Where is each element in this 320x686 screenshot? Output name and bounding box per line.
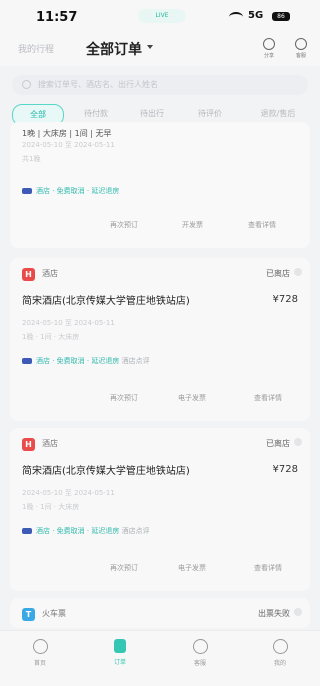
rebook-button[interactable]: 再次预订 bbox=[110, 220, 138, 230]
tag-icon bbox=[22, 188, 32, 194]
search-icon bbox=[22, 80, 31, 89]
help-label: 客服 bbox=[295, 53, 306, 59]
search-placeholder: 搜索订单号、酒店名、出行人姓名 bbox=[38, 80, 158, 89]
details-button[interactable]: 查看详情 bbox=[254, 563, 282, 573]
order-status: 已离店 bbox=[266, 269, 290, 278]
train-icon: T bbox=[22, 608, 35, 621]
invoice-button[interactable]: 电子发票 bbox=[178, 563, 206, 573]
order-date: 2024-05-10 至 2024-05-11 bbox=[22, 489, 115, 497]
order-room-info: 1晚 · 1间 · 大床房 bbox=[22, 503, 80, 511]
order-price: ¥728 bbox=[272, 294, 298, 305]
invoice-button[interactable]: 电子发票 bbox=[178, 393, 206, 403]
chevron-down-icon[interactable] bbox=[147, 45, 153, 49]
share-icon bbox=[263, 38, 275, 50]
order-price: ¥728 bbox=[272, 464, 298, 475]
status-bar: 11:57 LIVE 5G 86 bbox=[0, 0, 320, 34]
tab-upcoming[interactable]: 待出行 bbox=[130, 104, 174, 124]
tab-to-review[interactable]: 待评价 bbox=[188, 104, 232, 124]
share-button[interactable]: 分享 bbox=[256, 38, 282, 59]
details-button[interactable]: 查看详情 bbox=[248, 220, 276, 230]
tab-refund[interactable]: 退款/售后 bbox=[248, 104, 308, 124]
share-label: 分享 bbox=[263, 53, 274, 59]
nav-profile[interactable]: 我的 bbox=[255, 639, 305, 667]
rebook-button[interactable]: 再次预订 bbox=[110, 563, 138, 573]
order-actions: 再次预订 电子发票 查看详情 bbox=[10, 563, 310, 577]
order-tags: 酒店 · 免费取消 · 延迟退房 bbox=[22, 186, 119, 196]
order-card[interactable]: T 火车票 出票失败 bbox=[10, 598, 310, 628]
more-icon[interactable] bbox=[294, 438, 302, 446]
tag-icon bbox=[22, 528, 32, 534]
order-status: 出票失败 bbox=[258, 609, 290, 618]
review-hint[interactable]: 酒店点评 bbox=[122, 527, 150, 535]
more-icon[interactable] bbox=[294, 268, 302, 276]
order-actions: 再次预订 开发票 查看详情 bbox=[10, 220, 310, 234]
order-actions: 再次预订 电子发票 查看详情 bbox=[10, 393, 310, 407]
order-tags: 酒店 · 免费取消 · 延迟退房 酒店点评 bbox=[22, 356, 150, 366]
service-icon bbox=[192, 639, 208, 654]
order-date: 2024-05-10 至 2024-05-11 bbox=[22, 319, 115, 327]
order-date: 2024-05-10 至 2024-05-11 bbox=[22, 141, 115, 149]
nav-service[interactable]: 客服 bbox=[175, 639, 225, 667]
order-room-info: 1晚 | 大床房 | 1间 | 无早 bbox=[22, 129, 112, 138]
nav-label: 客服 bbox=[193, 660, 206, 667]
help-icon bbox=[295, 38, 307, 50]
nav-label: 我的 bbox=[273, 660, 286, 667]
hotel-icon: H bbox=[22, 438, 35, 451]
details-button[interactable]: 查看详情 bbox=[254, 393, 282, 403]
hotel-icon: H bbox=[22, 268, 35, 281]
invoice-button[interactable]: 开发票 bbox=[182, 220, 203, 230]
search-input[interactable]: 搜索订单号、酒店名、出行人姓名 bbox=[12, 75, 308, 95]
hotel-name: 简宋酒店(北京传媒大学管庄地铁站店) bbox=[22, 466, 190, 477]
review-hint[interactable]: 酒店点评 bbox=[122, 357, 150, 365]
order-type: 火车票 bbox=[42, 609, 66, 618]
bottom-navigation: 首页 订单 客服 我的 bbox=[0, 630, 320, 686]
tag-icon bbox=[22, 358, 32, 364]
page-title[interactable]: 全部订单 bbox=[86, 39, 142, 59]
nav-orders[interactable]: 订单 bbox=[95, 639, 145, 666]
order-tags: 酒店 · 免费取消 · 延迟退房 酒店点评 bbox=[22, 526, 150, 536]
more-icon[interactable] bbox=[294, 608, 302, 616]
network-label: 5G bbox=[248, 10, 264, 21]
hotel-name: 简宋酒店(北京传媒大学管庄地铁站店) bbox=[22, 296, 190, 307]
tab-pending-payment[interactable]: 待付款 bbox=[74, 104, 118, 124]
top-navigation: 我的行程 全部订单 分享 客服 bbox=[0, 34, 320, 66]
order-nights: 共1晚 bbox=[22, 155, 41, 163]
nav-label: 订单 bbox=[113, 659, 126, 666]
orders-icon bbox=[114, 639, 126, 653]
help-button[interactable]: 客服 bbox=[288, 38, 314, 59]
status-pill: LIVE bbox=[138, 9, 186, 23]
order-type: 酒店 bbox=[42, 269, 58, 278]
order-room-info: 1晚 · 1间 · 大床房 bbox=[22, 333, 80, 341]
battery-icon: 86 bbox=[272, 12, 290, 21]
status-time: 11:57 bbox=[36, 10, 78, 25]
back-link[interactable]: 我的行程 bbox=[18, 42, 54, 55]
rebook-button[interactable]: 再次预订 bbox=[110, 393, 138, 403]
profile-icon bbox=[272, 639, 288, 654]
nav-home[interactable]: 首页 bbox=[15, 639, 65, 667]
order-card[interactable]: 1晚 | 大床房 | 1间 | 无早 2024-05-10 至 2024-05-… bbox=[10, 122, 310, 248]
order-type: 酒店 bbox=[42, 439, 58, 448]
order-card[interactable]: H 酒店 已离店 简宋酒店(北京传媒大学管庄地铁站店) ¥728 2024-05… bbox=[10, 258, 310, 421]
order-card[interactable]: H 酒店 已离店 简宋酒店(北京传媒大学管庄地铁站店) ¥728 2024-05… bbox=[10, 428, 310, 591]
wifi-icon bbox=[229, 12, 243, 22]
home-icon bbox=[32, 639, 48, 654]
order-status: 已离店 bbox=[266, 439, 290, 448]
nav-label: 首页 bbox=[33, 660, 46, 667]
